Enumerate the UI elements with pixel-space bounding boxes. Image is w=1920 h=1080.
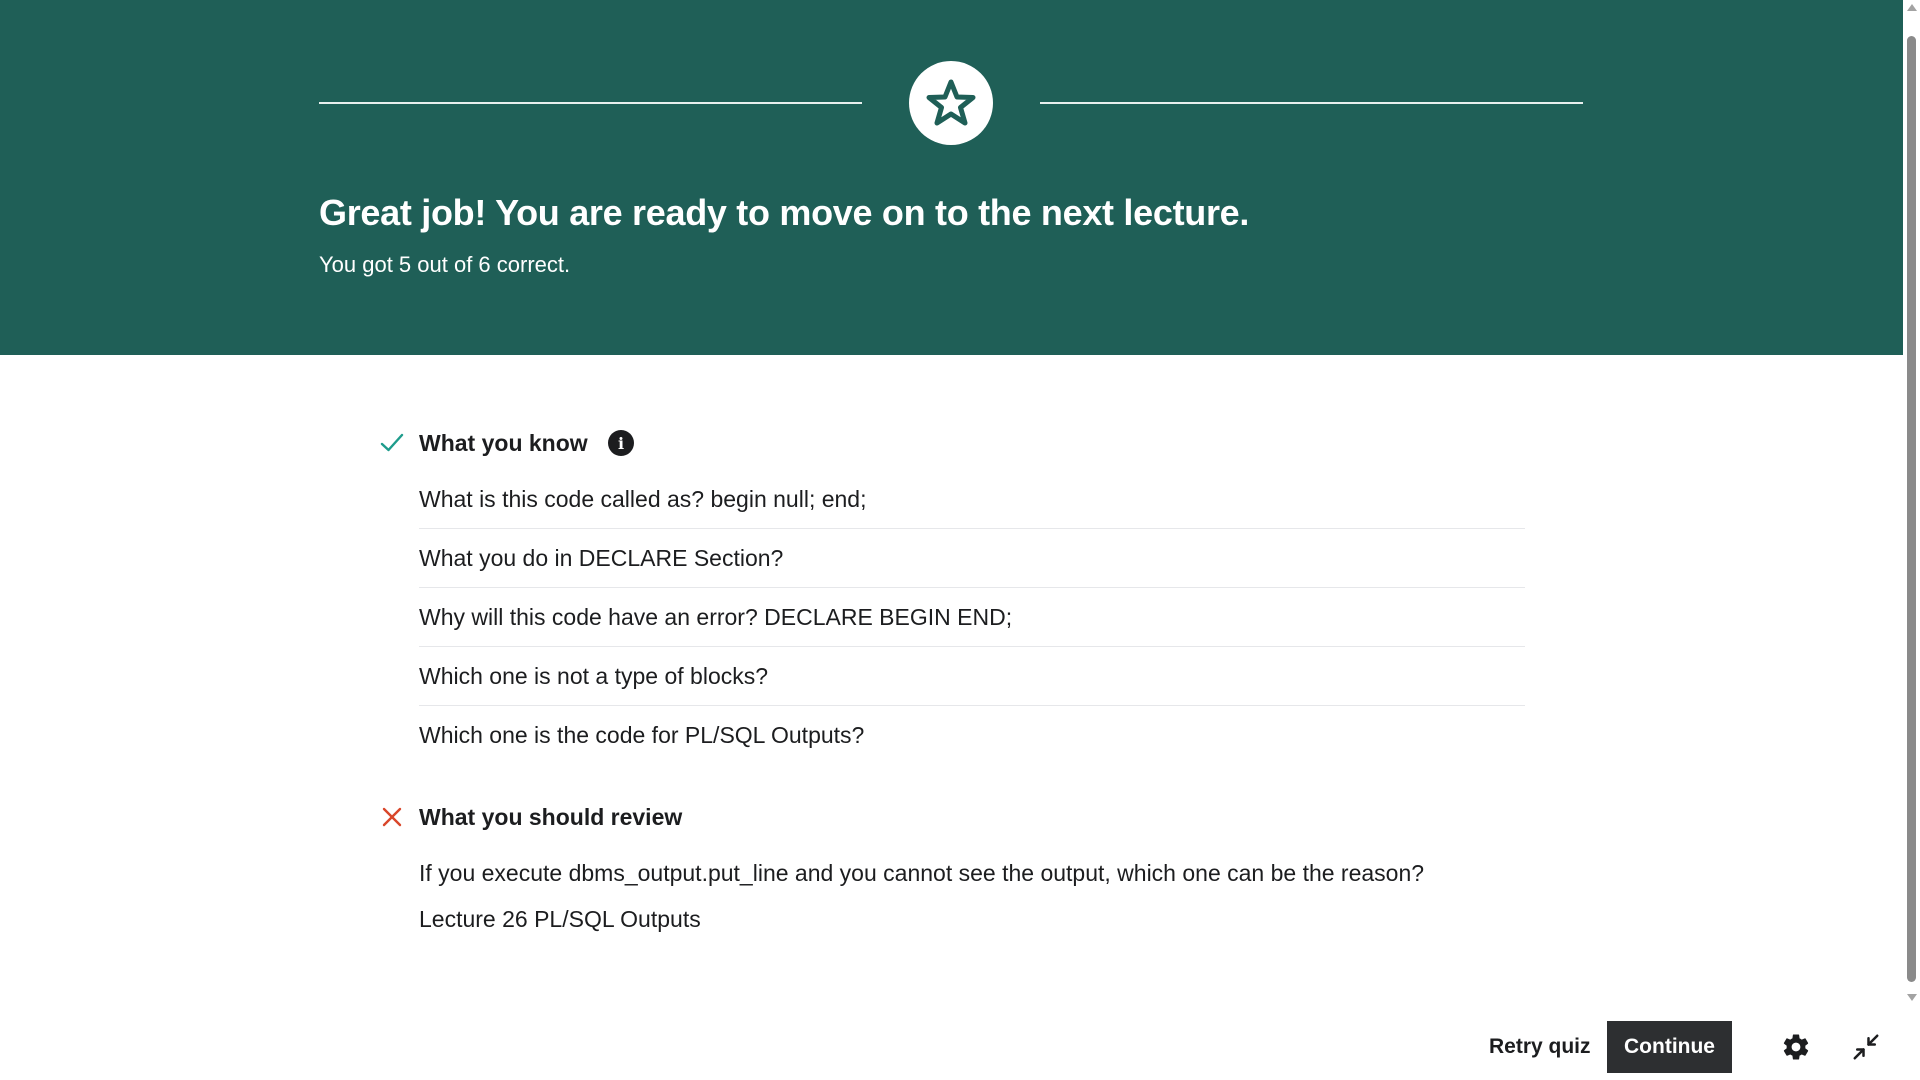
star-badge — [909, 61, 993, 145]
scroll-down-arrow-icon[interactable] — [1907, 994, 1917, 1001]
known-question-item[interactable]: Why will this code have an error? DECLAR… — [419, 588, 1525, 647]
check-icon — [379, 430, 405, 456]
info-icon[interactable]: i — [608, 430, 634, 456]
collapse-icon — [1853, 1034, 1879, 1060]
retry-quiz-button[interactable]: Retry quiz — [1477, 1021, 1603, 1073]
quiz-footer: Retry quiz Continue — [0, 1005, 1920, 1080]
hero-divider-right — [1040, 102, 1583, 104]
results-hero-banner: Great job! You are ready to move on to t… — [0, 0, 1903, 355]
review-question[interactable]: If you execute dbms_output.put_line and … — [419, 860, 1424, 887]
vertical-scrollbar[interactable] — [1903, 0, 1920, 1005]
scroll-up-arrow-icon[interactable] — [1907, 4, 1917, 11]
review-lecture-reference[interactable]: Lecture 26 PL/SQL Outputs — [419, 906, 701, 933]
hero-divider-left — [319, 102, 862, 104]
known-question-item[interactable]: Which one is the code for PL/SQL Outputs… — [419, 706, 1525, 764]
collapse-button[interactable] — [1848, 1029, 1884, 1065]
scrollbar-thumb[interactable] — [1907, 36, 1916, 982]
x-icon — [379, 804, 405, 830]
score-summary: You got 5 out of 6 correct. — [319, 252, 571, 277]
results-content: Great job! You are ready to move on to t… — [0, 0, 1903, 1005]
known-questions-list: What is this code called as? begin null;… — [419, 470, 1525, 764]
known-question-item[interactable]: What you do in DECLARE Section? — [419, 529, 1525, 588]
known-question-item[interactable]: What is this code called as? begin null;… — [419, 470, 1525, 529]
star-icon — [926, 79, 976, 126]
know-section-title: What you know — [419, 430, 588, 456]
continue-button[interactable]: Continue — [1607, 1021, 1732, 1073]
settings-button[interactable] — [1778, 1029, 1814, 1065]
known-question-item[interactable]: Which one is not a type of blocks? — [419, 647, 1525, 706]
results-title: Great job! You are ready to move on to t… — [319, 192, 1250, 233]
review-section-title: What you should review — [419, 804, 683, 830]
gear-icon — [1783, 1034, 1809, 1060]
quiz-results-page: Great job! You are ready to move on to t… — [0, 0, 1920, 1080]
